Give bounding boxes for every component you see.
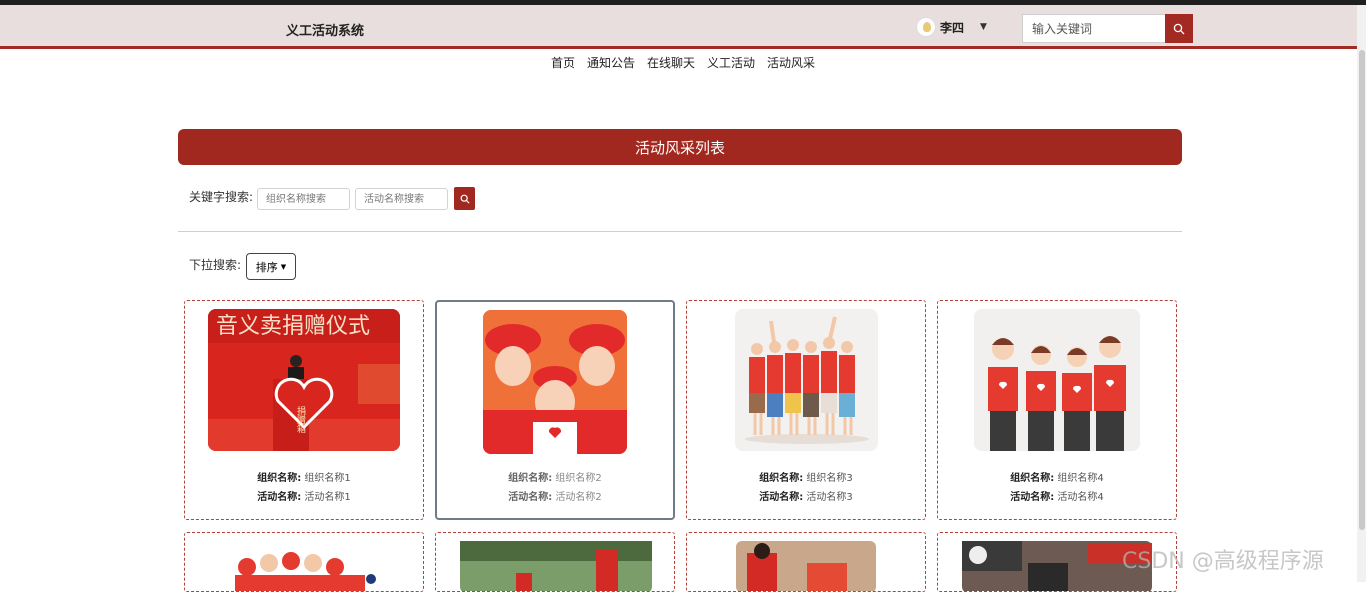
showcase-card[interactable]: 组织名称: 组织名称4 活动名称: 活动名称4	[937, 300, 1177, 520]
card-activity-line: 活动名称: 活动名称4	[938, 488, 1176, 503]
header-search	[1022, 14, 1193, 43]
showcase-card[interactable]	[435, 532, 675, 592]
search-icon	[460, 194, 470, 204]
card-activity-line: 活动名称: 活动名称2	[437, 488, 673, 503]
card-activity-line: 活动名称: 活动名称1	[185, 488, 423, 503]
main-nav: 首页 通知公告 在线聊天 义工活动 活动风采	[0, 54, 1366, 71]
card-image-donation: 音义卖捐赠仪式 捐赠箱	[208, 309, 400, 451]
card-org-line: 组织名称: 组织名称2	[437, 469, 673, 484]
activity-value: 活动名称1	[304, 492, 351, 503]
avatar[interactable]	[916, 17, 936, 37]
activity-label: 活动名称:	[1010, 492, 1055, 503]
page-title: 活动风采列表	[634, 138, 725, 157]
scrollbar-thumb[interactable]	[1359, 50, 1365, 530]
card-image-volunteer-group-front	[974, 309, 1140, 451]
activity-label: 活动名称:	[257, 492, 302, 503]
card-image-indoor-activity	[687, 533, 925, 591]
caret-down-icon: ▼	[280, 262, 287, 271]
nav-home[interactable]: 首页	[551, 54, 575, 71]
sort-dropdown-button[interactable]: 排序 ▼	[246, 253, 296, 280]
search-icon	[1173, 23, 1185, 34]
showcase-card[interactable]: 音义卖捐赠仪式 捐赠箱 组织名称: 组织名称1 活动名称: 活动名称1	[184, 300, 424, 520]
org-label: 组织名称:	[759, 473, 804, 484]
activity-name-search-input[interactable]	[355, 188, 448, 210]
org-label: 组织名称:	[508, 473, 553, 484]
keyword-search-label: 关键字搜索:	[189, 190, 254, 204]
card-org-line: 组织名称: 组织名称4	[938, 469, 1176, 484]
activity-value: 活动名称3	[806, 492, 853, 503]
watermark: CSDN @高级程序源	[1122, 549, 1324, 574]
user-name[interactable]: 李四	[940, 19, 964, 36]
nav-activities[interactable]: 义工活动	[707, 54, 755, 71]
activity-value: 活动名称2	[555, 492, 602, 503]
card-org-line: 组织名称: 组织名称3	[687, 469, 925, 484]
org-value: 组织名称3	[806, 473, 853, 484]
showcase-card-hovered[interactable]: 组织名称: 组织名称2 活动名称: 活动名称2	[435, 300, 675, 520]
org-value: 组织名称1	[304, 473, 351, 484]
card-image-cartoon-crowd	[185, 533, 423, 591]
nav-notices[interactable]: 通知公告	[587, 54, 635, 71]
showcase-card[interactable]	[686, 532, 926, 592]
banner-image-text: 音义卖捐赠仪式	[216, 314, 370, 339]
search-button[interactable]	[1165, 14, 1193, 43]
user-menu[interactable]: 李四 ▼	[916, 17, 987, 37]
site-title: 义工活动系统	[286, 24, 365, 39]
nav-showcase[interactable]: 活动风采	[767, 54, 815, 71]
card-image-volunteers	[483, 310, 627, 454]
card-image-outdoor-activity	[436, 533, 674, 591]
header-accent-line	[0, 46, 1366, 49]
search-input[interactable]	[1022, 14, 1165, 43]
card-activity-line: 活动名称: 活动名称3	[687, 488, 925, 503]
divider	[178, 231, 1182, 232]
activity-value: 活动名称4	[1057, 492, 1104, 503]
org-label: 组织名称:	[257, 473, 302, 484]
card-org-line: 组织名称: 组织名称1	[185, 469, 423, 484]
showcase-card[interactable]	[184, 532, 424, 592]
dropdown-search-label: 下拉搜索:	[189, 258, 242, 272]
chevron-down-icon[interactable]: ▼	[980, 22, 987, 32]
nav-chat[interactable]: 在线聊天	[647, 54, 695, 71]
org-name-search-input[interactable]	[257, 188, 350, 210]
org-value: 组织名称4	[1057, 473, 1104, 484]
page-title-banner: 活动风采列表	[178, 129, 1182, 165]
heart-box-text: 捐赠箱	[295, 405, 306, 434]
org-label: 组织名称:	[1010, 473, 1055, 484]
showcase-card[interactable]: 组织名称: 组织名称3 活动名称: 活动名称3	[686, 300, 926, 520]
activity-label: 活动名称:	[759, 492, 804, 503]
keyword-search-button[interactable]	[454, 187, 475, 210]
activity-label: 活动名称:	[508, 492, 553, 503]
card-image-volunteer-group-back	[735, 309, 878, 451]
sort-label: 排序	[255, 260, 278, 274]
org-value: 组织名称2	[555, 473, 602, 484]
